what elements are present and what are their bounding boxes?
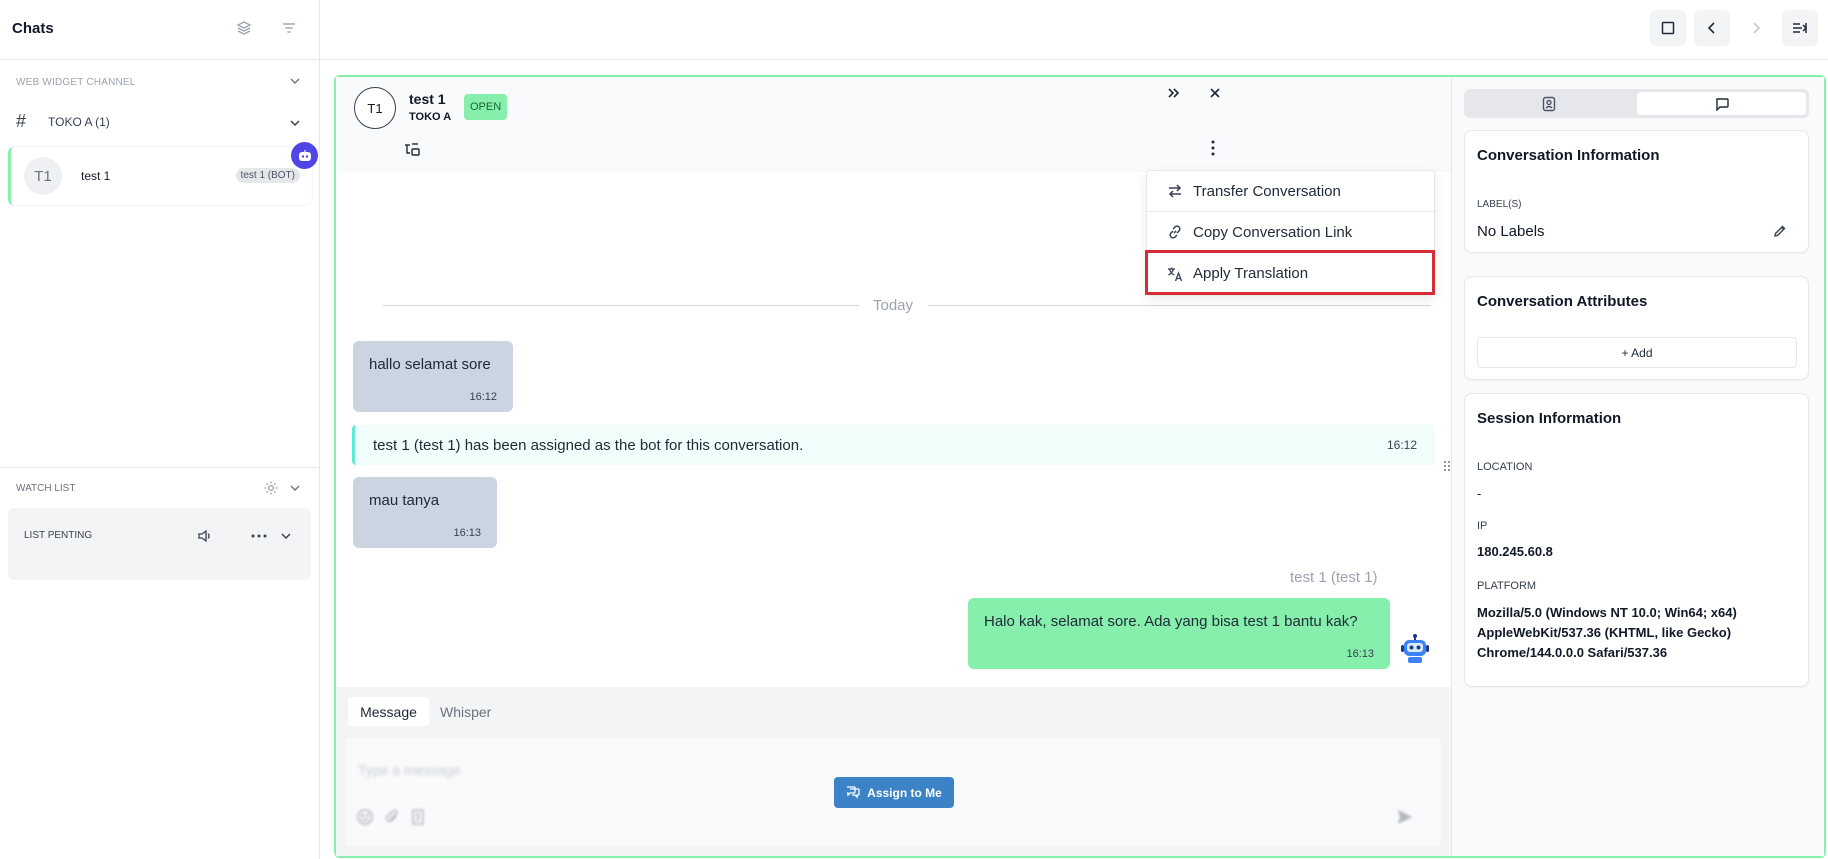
hash-icon: # <box>16 111 27 131</box>
details-tabs <box>1464 89 1809 118</box>
watchlist-item-chevron-icon[interactable] <box>275 525 297 547</box>
bot-badge-icon <box>291 142 318 169</box>
chat-bubble-icon <box>846 786 860 799</box>
ip-value: 180.245.60.8 <box>1477 544 1553 559</box>
tab-contact[interactable] <box>1464 89 1634 118</box>
conversation-subtitle: TOKO A <box>409 111 452 123</box>
robot-avatar-icon <box>1399 634 1431 664</box>
message-time: 16:12 <box>469 391 497 403</box>
composer: Message Whisper Type a message Assign to… <box>336 687 1451 856</box>
sidebar-title: Chats <box>12 20 54 37</box>
message-text: Halo kak, selamat sore. Ada yang bisa te… <box>984 613 1358 630</box>
details-panel: Conversation Information LABEL(S) No Lab… <box>1451 77 1824 856</box>
status-badge: OPEN <box>464 94 508 120</box>
watchlist-label: WATCH LIST <box>16 483 76 494</box>
day-separator: Today <box>873 297 914 314</box>
chat-list-item[interactable]: T1 test 1 test 1 (BOT) <box>8 147 312 205</box>
session-info-card: Session Information LOCATION - IP 180.24… <box>1464 393 1809 687</box>
channel-group-name: TOKO A (1) <box>48 115 110 129</box>
square-view-button[interactable] <box>1650 10 1686 46</box>
link-icon <box>1165 224 1185 240</box>
chat-bot-tag: test 1 (BOT) <box>235 168 300 183</box>
message-text: mau tanya <box>369 492 440 509</box>
card-title: Session Information <box>1477 410 1622 427</box>
channel-group-row[interactable]: # TOKO A (1) <box>0 108 319 138</box>
watchlist-divider <box>0 467 319 468</box>
message-time: 16:13 <box>453 527 481 539</box>
outgoing-message: Halo kak, selamat sore. Ada yang bisa te… <box>968 598 1390 669</box>
ip-label: IP <box>1477 520 1488 532</box>
tab-whisper[interactable]: Whisper <box>440 704 491 720</box>
message-input-placeholder: Type a message <box>358 762 461 778</box>
watchlist-chevron-icon[interactable] <box>284 477 306 499</box>
location-label: LOCATION <box>1477 461 1533 473</box>
system-message-text: test 1 (test 1) has been assigned as the… <box>373 437 804 454</box>
watchlist-item[interactable]: LIST PENTING <box>8 508 311 580</box>
message-time: 16:13 <box>1346 648 1374 660</box>
system-message-time: 16:12 <box>1386 438 1417 452</box>
assign-to-me-label: Assign to Me <box>867 785 942 800</box>
chat-name: test 1 <box>81 169 111 183</box>
sidebar-header: Chats <box>0 0 319 60</box>
more-vertical-icon[interactable] <box>1211 140 1221 158</box>
day-divider-line <box>928 305 1431 306</box>
previous-button[interactable] <box>1694 10 1730 46</box>
message-text: hallo selamat sore <box>369 356 491 373</box>
message-square-icon <box>1715 97 1729 111</box>
highlight-box <box>1145 250 1435 295</box>
speaker-icon[interactable] <box>194 525 216 547</box>
system-message: test 1 (test 1) has been assigned as the… <box>352 425 1435 465</box>
transfer-icon <box>1165 184 1185 198</box>
menu-item-label: Transfer Conversation <box>1193 182 1341 200</box>
conversation-header: T1 test 1 TOKO A OPEN <box>336 77 1451 172</box>
filter-icon[interactable] <box>278 17 300 39</box>
edit-pencil-icon[interactable] <box>1773 224 1787 238</box>
top-bar <box>320 0 1828 60</box>
conversation-avatar: T1 <box>354 87 396 129</box>
expand-icon[interactable] <box>1166 86 1186 106</box>
platform-label: PLATFORM <box>1477 580 1537 592</box>
chat-sidebar: Chats WEB WIDGET CHANNEL # TOKO A (1) T1… <box>0 0 320 859</box>
card-title: Conversation Information <box>1477 147 1660 164</box>
outgoing-sender-name: test 1 (test 1) <box>1290 569 1378 586</box>
contact-card-icon <box>1542 96 1556 112</box>
watchlist-settings-icon[interactable] <box>260 477 282 499</box>
assign-to-me-button[interactable]: Assign to Me <box>834 777 954 808</box>
add-attribute-button[interactable]: + Add <box>1477 337 1797 368</box>
day-divider-line <box>383 305 859 306</box>
next-button[interactable] <box>1738 10 1774 46</box>
labels-value: No Labels <box>1477 223 1545 240</box>
layers-icon[interactable] <box>233 17 255 39</box>
emoji-icon[interactable] <box>356 808 374 826</box>
platform-value: Mozilla/5.0 (Windows NT 10.0; Win64; x64… <box>1477 605 1737 660</box>
send-icon[interactable] <box>1396 808 1414 826</box>
conversation-info-card: Conversation Information LABEL(S) No Lab… <box>1464 130 1809 253</box>
attachment-icon[interactable] <box>383 808 401 826</box>
conversation-name: test 1 <box>409 91 446 107</box>
card-title: Conversation Attributes <box>1477 293 1648 310</box>
labels-heading: LABEL(S) <box>1477 199 1522 210</box>
channel-label: WEB WIDGET CHANNEL <box>16 77 136 88</box>
conversation-attributes-card: Conversation Attributes + Add <box>1464 276 1809 380</box>
channel-chevron-icon[interactable] <box>284 70 306 92</box>
menu-item-transfer-conversation[interactable]: Transfer Conversation <box>1147 171 1436 212</box>
tab-conversation[interactable] <box>1637 92 1806 115</box>
tab-message[interactable]: Message <box>348 697 429 726</box>
location-value: - <box>1477 486 1482 501</box>
menu-item-copy-link[interactable]: Copy Conversation Link <box>1147 212 1436 253</box>
document-icon[interactable] <box>409 808 427 826</box>
watchlist-item-label: LIST PENTING <box>24 530 93 541</box>
close-icon[interactable] <box>1208 86 1228 106</box>
group-chevron-icon[interactable] <box>284 112 306 134</box>
assign-list-icon[interactable] <box>404 143 420 157</box>
menu-item-label: Copy Conversation Link <box>1193 223 1353 241</box>
collapse-panel-button[interactable] <box>1782 10 1818 46</box>
incoming-message: mau tanya 16:13 <box>353 477 497 548</box>
incoming-message: hallo selamat sore 16:12 <box>353 341 513 412</box>
chat-avatar: T1 <box>24 157 62 195</box>
more-horizontal-icon[interactable] <box>248 525 270 547</box>
